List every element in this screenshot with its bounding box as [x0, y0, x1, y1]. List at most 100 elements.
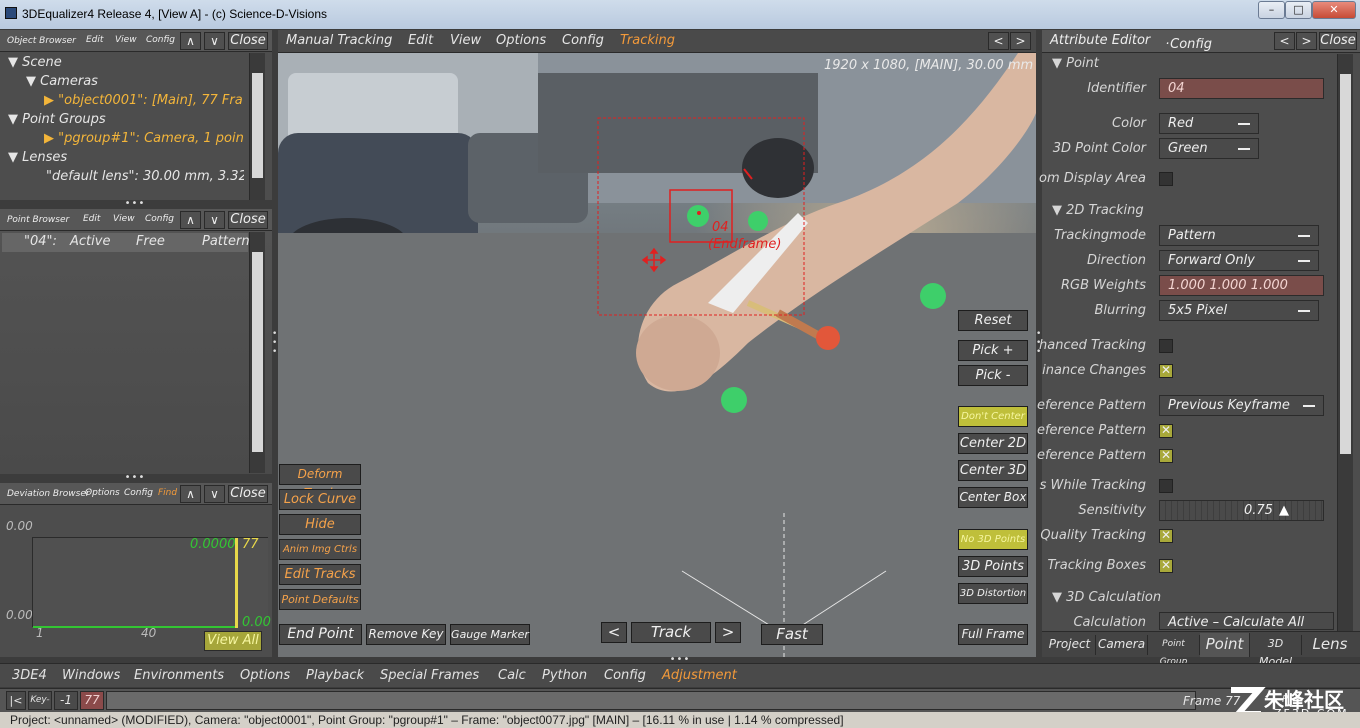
zoom-display-area-checkbox[interactable]	[1159, 172, 1173, 186]
remove-key-button[interactable]: Remove Key	[366, 624, 446, 645]
view-next-button[interactable]: >	[1010, 32, 1031, 50]
lock-curve-button[interactable]: Lock Curve	[279, 489, 361, 510]
scrollbar-thumb[interactable]	[252, 73, 263, 178]
color-dropdown[interactable]: Red	[1159, 113, 1259, 134]
3d-point-color-dropdown[interactable]: Green	[1159, 138, 1259, 159]
pb-menu-edit[interactable]: Edit	[83, 214, 100, 224]
menu-tracking[interactable]: Tracking	[620, 33, 675, 48]
view-all-button[interactable]: View All	[204, 631, 262, 651]
db-menu-find[interactable]: Find	[158, 488, 177, 498]
menu-config[interactable]: Config	[562, 33, 604, 48]
db-menu-config[interactable]: Config	[124, 488, 153, 498]
pb-menu-view[interactable]: View	[113, 214, 135, 224]
blurring-dropdown[interactable]: 5x5 Pixel	[1159, 300, 1319, 321]
object-browser-scrollbar[interactable]	[249, 53, 265, 200]
ae-next-button[interactable]: >	[1296, 32, 1317, 50]
3d-distortion-button[interactable]: 3D Distortion	[958, 583, 1028, 604]
slider-handle-icon[interactable]: ▲	[1279, 501, 1289, 520]
minimize-button[interactable]: –	[1258, 1, 1285, 19]
center-box-button[interactable]: Center Box	[958, 487, 1028, 508]
tracking-viewport[interactable]: 1920 x 1080, [MAIN], 30.00 mm 04 (Endfra…	[278, 53, 1036, 657]
gauge-marker-button[interactable]: Gauge Marker	[450, 624, 530, 645]
view-prev-button[interactable]: <	[988, 32, 1009, 50]
rgb-weights-input[interactable]: 1.000 1.000 1.000	[1159, 275, 1324, 296]
menu-3de4[interactable]: 3DE4	[12, 668, 47, 683]
db-move-up-button[interactable]: ∧	[180, 485, 201, 503]
left-splitter-handle[interactable]: • • •	[272, 330, 277, 360]
reset-button[interactable]: Reset	[958, 310, 1028, 331]
ae-close-button[interactable]: Close	[1319, 32, 1357, 50]
fast-button[interactable]: Fast	[761, 624, 823, 645]
point-row[interactable]: "04": Active Free Pattern	[2, 233, 250, 252]
pick-plus-button[interactable]: Pick +	[958, 340, 1028, 361]
hide-button[interactable]: Hide	[279, 514, 361, 535]
2d-tracking-section-header[interactable]: ▼ 2D Tracking	[1052, 203, 1144, 218]
menu-windows[interactable]: Windows	[62, 668, 120, 683]
splitter-handle[interactable]: •••	[110, 198, 160, 209]
edit-tracks-button[interactable]: Edit Tracks	[279, 564, 361, 585]
menu-python[interactable]: Python	[542, 668, 587, 683]
ob-move-down-button[interactable]: ∨	[204, 32, 225, 50]
menu-special-frames[interactable]: Special Frames	[380, 668, 479, 683]
3d-calculation-section-header[interactable]: ▼ 3D Calculation	[1052, 590, 1161, 605]
tracking-point[interactable]	[697, 211, 701, 215]
enhanced-tracking-checkbox[interactable]	[1159, 339, 1173, 353]
step-back-button[interactable]: -1	[54, 691, 78, 710]
track-forward-button[interactable]: >	[715, 622, 741, 643]
prev-key-button[interactable]: Key-	[28, 691, 52, 710]
point-browser-scrollbar[interactable]	[249, 232, 265, 473]
point-group-item[interactable]: ▶ "pgroup#1": Camera, 1 points	[44, 131, 244, 146]
ob-menu-view[interactable]: View	[115, 35, 137, 45]
tab-point[interactable]: Point	[1200, 633, 1250, 657]
ae-prev-button[interactable]: <	[1274, 32, 1295, 50]
menu-adjustment[interactable]: Adjustment	[662, 668, 737, 683]
no-3d-points-button[interactable]: No 3D Points	[958, 529, 1028, 550]
tab-camera[interactable]: Camera	[1096, 635, 1148, 655]
trackingmode-dropdown[interactable]: Pattern	[1159, 225, 1319, 246]
luminance-changes-checkbox[interactable]	[1159, 363, 1173, 378]
tab-project[interactable]: Project	[1044, 635, 1096, 655]
scrollbar-thumb[interactable]	[252, 252, 263, 452]
menu-config-bottom[interactable]: Config	[604, 668, 646, 683]
point-section-header[interactable]: ▼ Point	[1052, 56, 1099, 71]
scene-node[interactable]: ▼ Scene	[8, 55, 62, 70]
center-3d-button[interactable]: Center 3D	[958, 460, 1028, 481]
tab-3d-model[interactable]: 3D Model	[1250, 635, 1302, 668]
while-tracking-checkbox[interactable]	[1159, 479, 1173, 493]
menu-manual-tracking[interactable]: Manual Tracking	[286, 33, 392, 48]
menu-calc[interactable]: Calc	[498, 668, 526, 683]
reference-pattern-3-checkbox[interactable]	[1159, 448, 1173, 463]
ob-menu-config[interactable]: Config	[146, 35, 175, 45]
pb-move-down-button[interactable]: ∨	[204, 211, 225, 229]
attribute-editor-scrollbar[interactable]	[1337, 54, 1353, 632]
quality-tracking-checkbox[interactable]	[1159, 528, 1173, 543]
menu-playback[interactable]: Playback	[306, 668, 364, 683]
tab-point-group[interactable]: Point Group	[1148, 635, 1200, 667]
tracking-boxes-checkbox[interactable]	[1159, 558, 1173, 573]
timeline-slider[interactable]	[106, 691, 1196, 710]
tab-lens[interactable]: Lens	[1302, 633, 1358, 657]
ob-move-up-button[interactable]: ∧	[180, 32, 201, 50]
track-backward-button[interactable]: <	[601, 622, 627, 643]
direction-dropdown[interactable]: Forward Only	[1159, 250, 1319, 271]
go-to-start-button[interactable]: |<	[6, 691, 26, 710]
anim-img-ctrls-button[interactable]: Anim Img Ctrls	[279, 539, 361, 560]
calculation-dropdown[interactable]: Active – Calculate All	[1159, 612, 1334, 630]
close-window-button[interactable]: ✕	[1312, 1, 1356, 19]
current-frame-field[interactable]: 77	[80, 691, 104, 710]
menu-edit[interactable]: Edit	[408, 33, 433, 48]
reference-pattern-dropdown[interactable]: Previous Keyframe	[1159, 395, 1324, 416]
sensitivity-slider[interactable]: 0.75 ▲	[1159, 500, 1324, 521]
cameras-node[interactable]: ▼ Cameras	[26, 74, 98, 89]
pb-move-up-button[interactable]: ∧	[180, 211, 201, 229]
scrollbar-thumb[interactable]	[1340, 74, 1351, 454]
db-menu-options[interactable]: Options	[85, 488, 120, 498]
end-point-button[interactable]: End Point	[279, 624, 362, 645]
ob-close-button[interactable]: Close	[228, 32, 268, 50]
menu-options[interactable]: Options	[496, 33, 546, 48]
lens-item[interactable]: "default lens": 30.00 mm, 3.32 c	[46, 169, 244, 184]
splitter-handle[interactable]: •••	[110, 472, 160, 483]
ae-menu-config[interactable]: . Config	[1166, 33, 1212, 52]
dont-center-button[interactable]: Don't Center	[958, 406, 1028, 427]
3d-points-button[interactable]: 3D Points	[958, 556, 1028, 577]
